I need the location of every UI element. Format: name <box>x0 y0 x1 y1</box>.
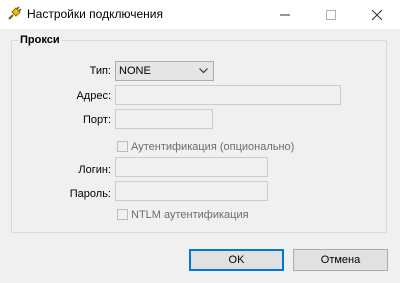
password-field[interactable] <box>115 181 268 201</box>
proxy-group-title: Прокси <box>18 34 62 46</box>
password-label: Пароль: <box>69 188 111 200</box>
maximize-icon <box>326 10 336 20</box>
login-field[interactable] <box>115 157 268 177</box>
chevron-down-icon <box>199 68 208 74</box>
login-label: Логин: <box>78 164 111 176</box>
port-label: Порт: <box>83 114 111 126</box>
ntlm-checkbox[interactable] <box>117 209 128 220</box>
plug-icon <box>8 6 22 20</box>
type-label: Тип: <box>89 65 111 77</box>
auth-checkbox-label: Аутентификация (опционально) <box>131 141 295 153</box>
type-select[interactable]: NONE <box>115 61 214 81</box>
minimize-button[interactable] <box>262 0 308 29</box>
maximize-button[interactable] <box>308 0 354 29</box>
close-button[interactable] <box>354 0 400 29</box>
ntlm-checkbox-label: NTLM аутентификация <box>131 209 249 221</box>
minimize-icon <box>280 14 290 16</box>
ok-button[interactable]: OK <box>189 249 284 271</box>
close-icon <box>371 9 383 21</box>
cancel-button[interactable]: Отмена <box>293 249 388 271</box>
window-title: Настройки подключения <box>27 7 163 21</box>
port-field[interactable] <box>115 109 213 129</box>
type-select-value: NONE <box>119 65 151 77</box>
address-field[interactable] <box>115 85 341 105</box>
title-bar: Настройки подключения <box>0 0 400 29</box>
address-label: Адрес: <box>76 90 111 102</box>
auth-checkbox[interactable] <box>117 141 128 152</box>
